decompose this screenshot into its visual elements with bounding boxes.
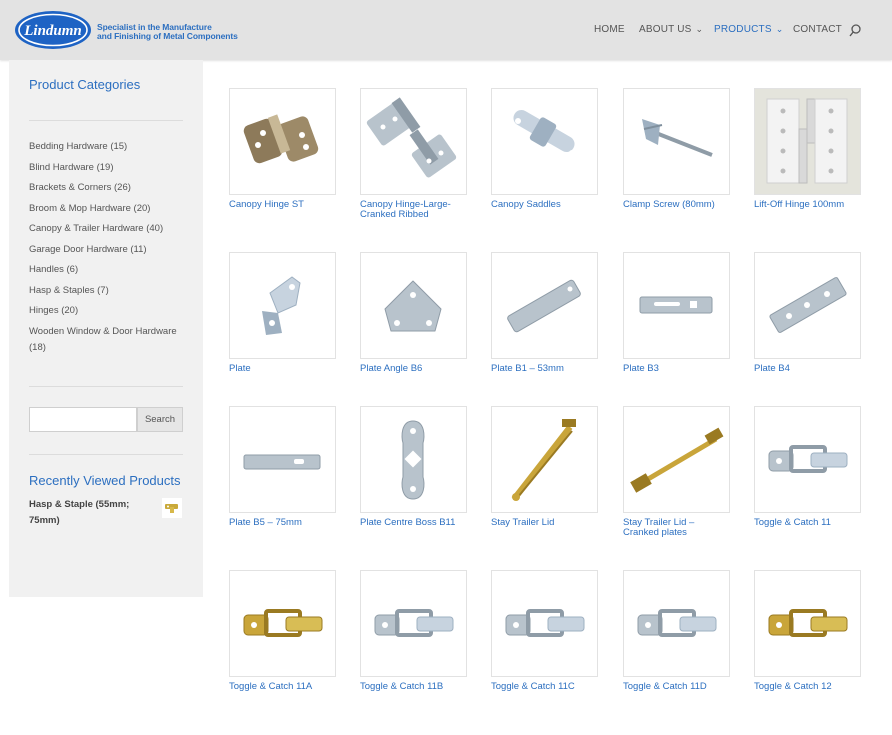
product-name-link[interactable]: Toggle & Catch 11C	[491, 682, 599, 692]
product-image[interactable]	[754, 252, 861, 359]
product-image[interactable]	[623, 252, 730, 359]
toggle-catch-icon	[768, 445, 848, 473]
product-name-link[interactable]: Plate B5 – 75mm	[229, 518, 337, 528]
product-image[interactable]	[229, 88, 336, 195]
product-name-link[interactable]: Plate Angle B6	[360, 364, 468, 374]
category-link[interactable]: Broom & Mop Hardware (20)	[29, 201, 189, 217]
company-tagline: Specialist in the Manufacture and Finish…	[97, 22, 238, 41]
slotted-plate-icon	[639, 296, 713, 314]
product-name-link[interactable]: Clamp Screw (80mm)	[623, 200, 731, 210]
category-link[interactable]: Hasp & Staples (7)	[29, 283, 189, 299]
site-header: Lindumn Specialist in the Manufacture an…	[0, 0, 892, 60]
product-image[interactable]	[754, 406, 861, 513]
saddle-icon	[513, 110, 575, 156]
boss-plate-icon	[401, 420, 425, 500]
toggle-catch-icon	[505, 609, 585, 637]
product-name-link[interactable]: Toggle & Catch 12	[754, 682, 862, 692]
product-image[interactable]	[623, 88, 730, 195]
product-image[interactable]	[229, 406, 336, 513]
toggle-catch-icon	[374, 609, 454, 637]
divider	[29, 386, 183, 387]
strip-plate-icon	[507, 279, 581, 333]
recently-viewed-title: Recently Viewed Products	[29, 473, 181, 488]
product-name-link[interactable]: Plate Centre Boss B11	[360, 518, 468, 528]
product-name-link[interactable]: Toggle & Catch 11A	[229, 682, 337, 692]
product-name-link[interactable]: Plate B4	[754, 364, 862, 374]
product-name-link[interactable]: Canopy Hinge ST	[229, 200, 337, 210]
cranked-stay-icon	[630, 427, 724, 493]
product-image[interactable]	[360, 570, 467, 677]
stay-icon	[511, 419, 576, 501]
product-search-input[interactable]	[29, 407, 137, 432]
product-image[interactable]	[360, 88, 467, 195]
product-image[interactable]	[491, 570, 598, 677]
product-name-link[interactable]: Stay Trailer Lid	[491, 518, 599, 528]
toggle-catch-icon	[768, 609, 848, 637]
chevron-down-icon: ⌄	[775, 24, 784, 34]
nav-about-us[interactable]: ABOUT US ⌄	[639, 24, 703, 35]
product-image[interactable]	[754, 88, 861, 195]
product-name-link[interactable]: Toggle & Catch 11D	[623, 682, 731, 692]
lift-off-hinge-icon	[755, 89, 860, 194]
sidebar: Product Categories Bedding Hardware (15)…	[9, 60, 203, 597]
product-image[interactable]	[491, 406, 598, 513]
product-name-link[interactable]: Canopy Saddles	[491, 200, 599, 210]
product-image[interactable]	[360, 406, 467, 513]
angle-plate-icon	[262, 276, 301, 335]
search-button[interactable]: Search	[137, 407, 183, 432]
recent-product-thumbnail[interactable]	[162, 498, 182, 518]
product-name-link[interactable]: Plate B3	[623, 364, 731, 374]
product-name-link[interactable]: Lift-Off Hinge 100mm	[754, 200, 862, 210]
nav-contact[interactable]: CONTACT	[793, 24, 842, 35]
toggle-catch-icon	[243, 609, 323, 637]
category-link[interactable]: Bedding Hardware (15)	[29, 139, 189, 155]
svg-text:Lindumn: Lindumn	[23, 23, 82, 39]
product-name-link[interactable]: Stay Trailer Lid – Cranked plates	[623, 518, 731, 537]
product-image[interactable]	[623, 570, 730, 677]
category-link[interactable]: Handles (6)	[29, 262, 189, 278]
nav-products[interactable]: PRODUCTS ⌄	[714, 24, 783, 35]
company-logo[interactable]: Lindumn	[14, 10, 92, 50]
product-name-link[interactable]: Toggle & Catch 11	[754, 518, 862, 528]
category-link[interactable]: Brackets & Corners (26)	[29, 180, 189, 196]
product-name-link[interactable]: Canopy Hinge-Large-Cranked Ribbed	[360, 200, 468, 219]
chevron-down-icon: ⌄	[695, 24, 704, 34]
product-image[interactable]	[229, 570, 336, 677]
product-name-link[interactable]: Plate B1 – 53mm	[491, 364, 599, 374]
product-image[interactable]	[491, 252, 598, 359]
holed-plate-icon	[769, 277, 847, 333]
category-link[interactable]: Blind Hardware (19)	[29, 160, 189, 176]
search-icon[interactable]	[849, 24, 861, 37]
clamp-screw-icon	[642, 119, 713, 157]
long-plate-icon	[243, 454, 321, 470]
cranked-hinge-icon	[366, 97, 457, 178]
toggle-catch-icon	[637, 609, 717, 637]
product-image[interactable]	[229, 252, 336, 359]
product-image[interactable]	[754, 570, 861, 677]
category-link[interactable]: Hinges (20)	[29, 303, 189, 319]
product-image[interactable]	[491, 88, 598, 195]
product-categories-title: Product Categories	[29, 77, 141, 92]
recent-product-link[interactable]: Hasp & Staple (55mm; 75mm)	[29, 497, 149, 529]
product-name-link[interactable]: Plate	[229, 364, 337, 374]
category-link[interactable]: Garage Door Hardware (11)	[29, 242, 189, 258]
divider	[29, 454, 183, 455]
product-image[interactable]	[360, 252, 467, 359]
category-link[interactable]: Canopy & Trailer Hardware (40)	[29, 221, 189, 237]
nav-home[interactable]: HOME	[594, 24, 625, 35]
category-link[interactable]: Wooden Window & Door Hardware (18)	[29, 324, 189, 356]
hinge-icon	[243, 114, 319, 164]
product-name-link[interactable]: Toggle & Catch 11B	[360, 682, 468, 692]
divider	[29, 120, 183, 121]
product-image[interactable]	[623, 406, 730, 513]
triangle-plate-icon	[384, 280, 442, 332]
